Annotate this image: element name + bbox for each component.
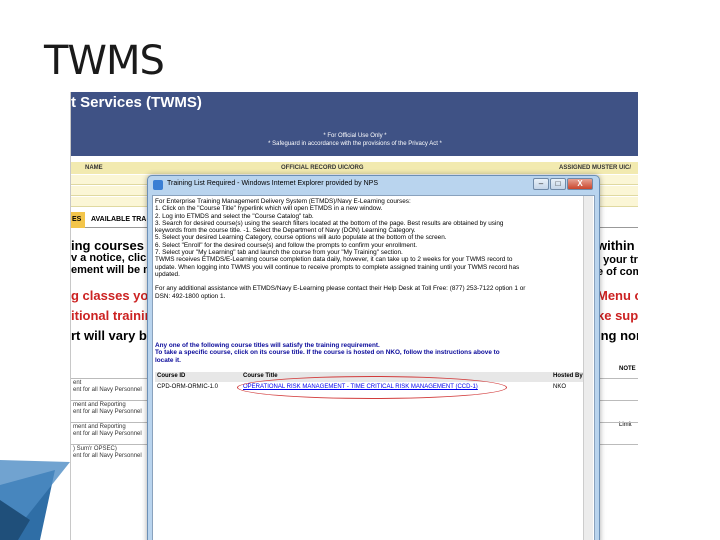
training-list-dialog[interactable]: Training List Required - Windows Interne…	[147, 175, 600, 540]
instruction-line: update. When logging into TWMS you will …	[155, 263, 520, 271]
decorative-wave	[0, 460, 70, 540]
bg-text-right-2: , your tra	[597, 254, 638, 266]
instruction-line: 1. Click on the "Course Title" hyperlink…	[155, 205, 383, 213]
course-id-header: Course ID	[157, 373, 186, 379]
col-name: NAME	[85, 165, 103, 171]
bg-text-right-3: e of comp	[597, 266, 638, 278]
bg-text-left-2: v a notice, click	[71, 252, 153, 264]
twms-screenshot: t Services (TWMS) * For Official Use Onl…	[70, 92, 638, 540]
instruction-line: 6. Select "Enroll" for the desired cours…	[155, 241, 418, 249]
course-selection-note: Any one of the following course titles w…	[155, 342, 500, 364]
maximize-button[interactable]: □	[550, 178, 566, 190]
tab-available-training[interactable]: AVAILABLE TRA	[91, 216, 146, 223]
instruction-line: keywords from the course title. -1. Sele…	[155, 227, 416, 235]
minimize-button[interactable]: –	[533, 178, 549, 190]
instruction-line: For any additional assistance with ETMDS…	[155, 285, 526, 293]
twms-header-bar: t Services (TWMS) * For Official Use Onl…	[71, 92, 638, 156]
course-id: CPD-ORM-ORMIC-1.0	[157, 384, 218, 390]
bg-text-right-4: Menu on	[597, 288, 638, 303]
col-assigned-muster: ASSIGNED MUSTER UIC/	[559, 165, 632, 171]
bg-text-right-5: ke super	[597, 308, 638, 323]
ie-app-icon	[153, 180, 163, 190]
slide-title: TWMS	[44, 38, 165, 84]
col-official-record: OFFICIAL RECORD UIC/ORG	[281, 165, 364, 171]
instruction-line: 5. Select your desired Learning Category…	[155, 234, 447, 242]
highlight-annotation	[237, 376, 507, 399]
twms-header-title: t Services (TWMS)	[71, 94, 202, 111]
fouo-line-1: * For Official Use Only *	[323, 133, 387, 139]
bg-text-left-3: ement will be ma	[71, 264, 160, 276]
dialog-scrollbar[interactable]	[583, 196, 593, 540]
hosted-by: NKO	[553, 384, 567, 390]
bg-text-left-1: ing courses o	[71, 238, 156, 253]
bg-text-left-5: itional trainin	[71, 308, 153, 323]
tab-es[interactable]: ES	[71, 212, 85, 228]
dialog-content: For Enterprise Training Management Deliv…	[152, 195, 595, 540]
dialog-titlebar[interactable]: Training List Required - Windows Interne…	[148, 176, 599, 194]
dialog-title: Training List Required - Windows Interne…	[167, 180, 379, 187]
close-button[interactable]: X	[567, 178, 593, 190]
instruction-line: DSN: 492-1800 option 1.	[155, 292, 226, 300]
instruction-spacer	[155, 278, 591, 285]
instruction-line: TWMS receives ETMDS/E-Learning course co…	[155, 256, 513, 264]
fouo-line-2: * Safeguard in accordance with the provi…	[268, 141, 442, 147]
instruction-line: updated.	[155, 270, 180, 278]
instruction-line: 7. Select your "My Learning" tab and lau…	[155, 249, 403, 257]
instruction-line: 2. Log into ETMDS and select the "Course…	[155, 212, 314, 220]
hosted-by-header: Hosted By	[553, 373, 583, 379]
instructions: For Enterprise Training Management Deliv…	[155, 198, 591, 300]
instruction-line: 3. Search for desired course(s) using th…	[155, 219, 504, 227]
instruction-line: For Enterprise Training Management Deliv…	[155, 198, 411, 205]
bg-text-right-1: within	[597, 238, 635, 253]
member-column-header: NAME OFFICIAL RECORD UIC/ORG ASSIGNED MU…	[71, 162, 638, 174]
fouo-notice: * For Official Use Only * * Safeguard in…	[71, 132, 638, 148]
bg-text-right-6: ing non p	[597, 328, 638, 343]
